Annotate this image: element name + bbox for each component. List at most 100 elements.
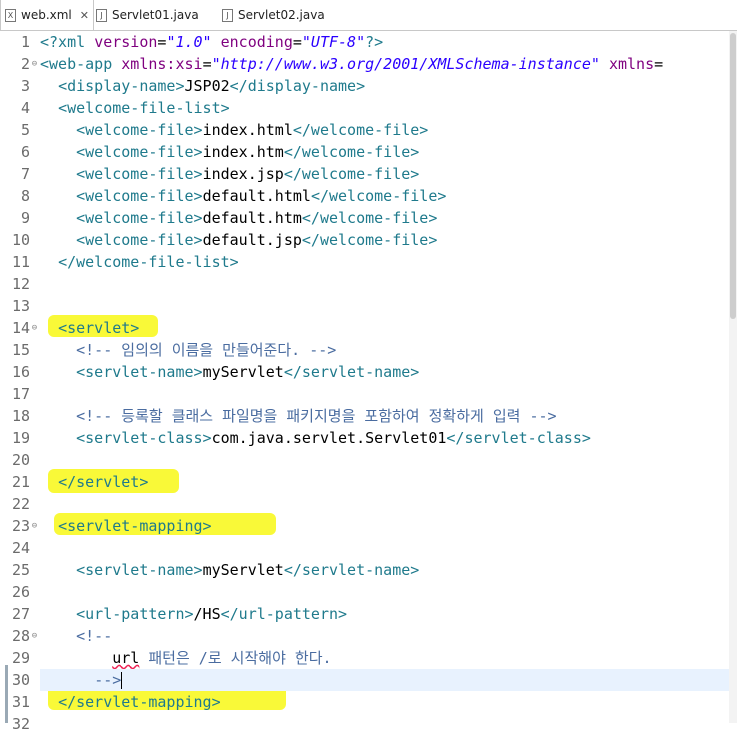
code-line[interactable] (40, 581, 729, 603)
line-number: 20 (11, 451, 30, 469)
fold-toggle-icon[interactable]: ⊖ (30, 317, 39, 339)
code-token: default.html (202, 187, 311, 205)
code-line[interactable]: <servlet-class>com.java.servlet.Servlet0… (40, 427, 729, 449)
code-token: </servlet-name> (283, 561, 420, 579)
line-number: 8 (20, 187, 30, 205)
code-line[interactable]: <servlet-mapping> (40, 515, 729, 537)
code-line[interactable]: <display-name>JSP02</display-name> (40, 75, 729, 97)
code-area[interactable]: <?xml version="1.0" encoding="UTF-8"?> <w… (40, 31, 729, 723)
code-token: <welcome-file> (76, 231, 203, 249)
tab-servlet01-java[interactable]: J Servlet01.java (96, 0, 216, 30)
code-line[interactable]: <servlet> (40, 317, 729, 339)
code-line[interactable]: <?xml version="1.0" encoding="UTF-8"?> (40, 31, 729, 53)
code-token: index.html (202, 121, 293, 139)
code-token: </welcome-file> (310, 187, 447, 205)
code-line[interactable] (40, 273, 729, 295)
code-token: index.jsp (202, 165, 284, 183)
editor-tab-bar: X web.xml ✕ J Servlet01.java J Servlet02… (0, 0, 737, 31)
code-token: </welcome-file> (283, 165, 420, 183)
code-token: version (94, 33, 158, 51)
line-number: 14 (11, 319, 30, 337)
code-line[interactable]: <welcome-file>default.htm</welcome-file> (40, 207, 729, 229)
fold-toggle-icon[interactable]: ⊖ (30, 53, 39, 75)
code-line[interactable] (40, 493, 729, 515)
code-token: "http://www.w3.org/2001/XMLSchema-instan… (211, 55, 600, 73)
code-token: default.jsp (202, 231, 302, 249)
code-line[interactable]: <welcome-file>index.htm</welcome-file> (40, 141, 729, 163)
code-line[interactable] (40, 537, 729, 559)
vertical-scrollbar[interactable] (729, 31, 737, 723)
code-line[interactable] (40, 449, 729, 471)
code-line[interactable]: </servlet> (40, 471, 729, 493)
code-line[interactable]: <servlet-name>myServlet</servlet-name> (40, 361, 729, 383)
code-token: "1.0" (166, 33, 212, 51)
code-line[interactable]: <welcome-file>default.html</welcome-file… (40, 185, 729, 207)
code-token: --> (94, 671, 122, 689)
code-token: com.java.servlet.Servlet01 (211, 429, 447, 447)
code-line[interactable]: <welcome-file>index.html</welcome-file> (40, 119, 729, 141)
code-line[interactable] (40, 295, 729, 317)
code-line[interactable]: <welcome-file>default.jsp</welcome-file> (40, 229, 729, 251)
line-number: 24 (11, 539, 30, 557)
line-number: 28 (11, 627, 30, 645)
line-number: 16 (11, 363, 30, 381)
code-token: default.htm (202, 209, 302, 227)
code-line[interactable]: url 패턴은 /로 시작해야 한다. (40, 647, 729, 669)
code-line[interactable]: </welcome-file-list> (40, 251, 729, 273)
line-number: 23 (11, 517, 30, 535)
code-line[interactable]: --> (40, 669, 729, 691)
code-line[interactable] (40, 383, 729, 405)
code-token: <welcome-file> (76, 165, 203, 183)
code-line[interactable]: <!-- 임의의 이름을 만들어준다. --> (40, 339, 729, 361)
code-token: <!-- 임의의 이름을 만들어준다. --> (76, 341, 337, 359)
code-line[interactable]: <welcome-file-list> (40, 97, 729, 119)
line-number: 1 (20, 33, 30, 51)
code-token: </welcome-file-list> (58, 253, 239, 271)
code-token: index.htm (202, 143, 284, 161)
line-number: 26 (11, 583, 30, 601)
code-token: </welcome-file> (301, 231, 438, 249)
line-number: 32 (11, 715, 30, 733)
code-line[interactable]: <!-- (40, 625, 729, 647)
line-number: 3 (20, 77, 30, 95)
code-editor[interactable]: 1 2 ⊖ 3 4 5 6 7 8 9 10 11 12 13 14 ⊖ 15 16 17 18 19 20 21 22 23 ⊖… (0, 31, 729, 733)
code-token: </servlet> (58, 473, 149, 491)
close-tab-icon[interactable]: ✕ (80, 9, 89, 22)
line-number: 30 (11, 671, 30, 689)
line-number: 27 (11, 605, 30, 623)
line-number: 17 (11, 385, 30, 403)
line-number: 12 (11, 275, 30, 293)
code-token: 패턴은 /로 시작해야 한다. (139, 649, 332, 667)
line-number: 29 (11, 649, 30, 667)
tab-web-xml[interactable]: X web.xml ✕ (0, 0, 94, 30)
fold-toggle-icon[interactable]: ⊖ (30, 515, 39, 537)
code-token: encoding (220, 33, 293, 51)
code-line[interactable] (40, 713, 729, 735)
code-line[interactable]: </servlet-mapping> (40, 691, 729, 713)
code-line[interactable]: <!-- 등록할 클래스 파일명을 패키지명을 포함하여 정확하게 입력 --> (40, 405, 729, 427)
code-token: /HS (193, 605, 221, 623)
scrollbar-thumb[interactable] (730, 33, 736, 319)
code-line[interactable]: <servlet-name>myServlet</servlet-name> (40, 559, 729, 581)
code-line[interactable]: <welcome-file>index.jsp</welcome-file> (40, 163, 729, 185)
tab-servlet02-java[interactable]: J Servlet02.java (222, 0, 342, 30)
code-token: </url-pattern> (220, 605, 348, 623)
xml-file-icon: X (5, 8, 16, 22)
code-token: </servlet-class> (446, 429, 591, 447)
fold-toggle-icon[interactable]: ⊖ (30, 625, 39, 647)
code-token: <servlet-class> (76, 429, 212, 447)
line-number: 19 (11, 429, 30, 447)
code-line[interactable]: <url-pattern>/HS</url-pattern> (40, 603, 729, 625)
code-line[interactable]: <web-app xmlns:xsi="http://www.w3.org/20… (40, 53, 729, 75)
